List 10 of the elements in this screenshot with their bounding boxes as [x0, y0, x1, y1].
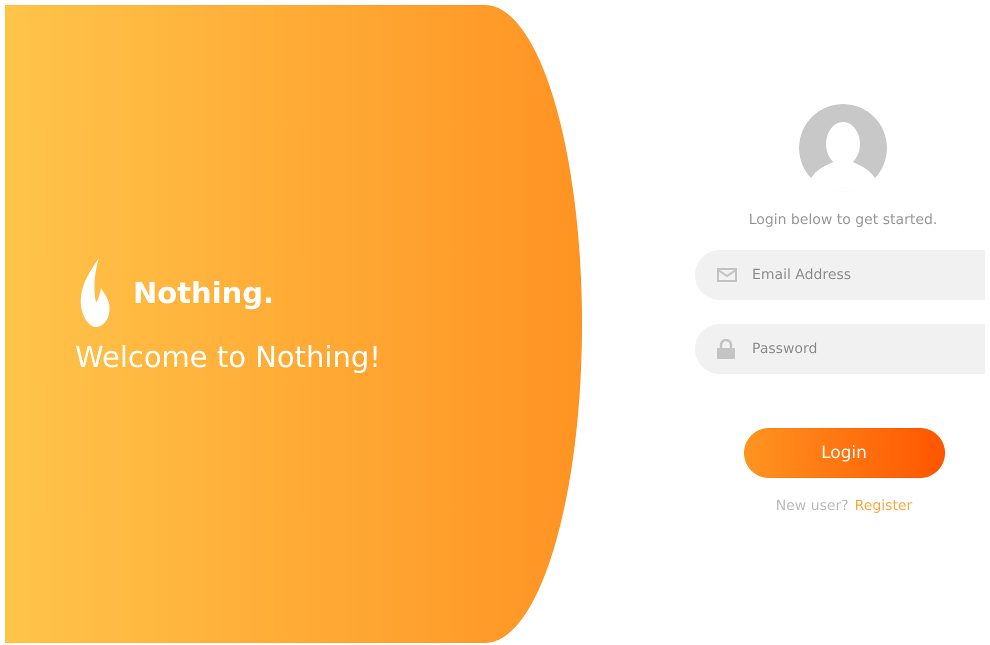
login-subtitle: Login below to get started.	[748, 212, 938, 228]
brand-name: Nothing.	[133, 276, 274, 310]
register-prompt: New user?	[776, 498, 849, 514]
email-field[interactable]: Email Address	[695, 250, 985, 300]
login-button[interactable]: Login	[744, 428, 944, 478]
register-link[interactable]: Register	[854, 498, 912, 514]
welcome-heading: Welcome to Nothing!	[75, 340, 381, 374]
avatar-icon	[799, 104, 887, 192]
password-field[interactable]: Password	[695, 324, 985, 374]
flame-icon	[79, 258, 111, 328]
